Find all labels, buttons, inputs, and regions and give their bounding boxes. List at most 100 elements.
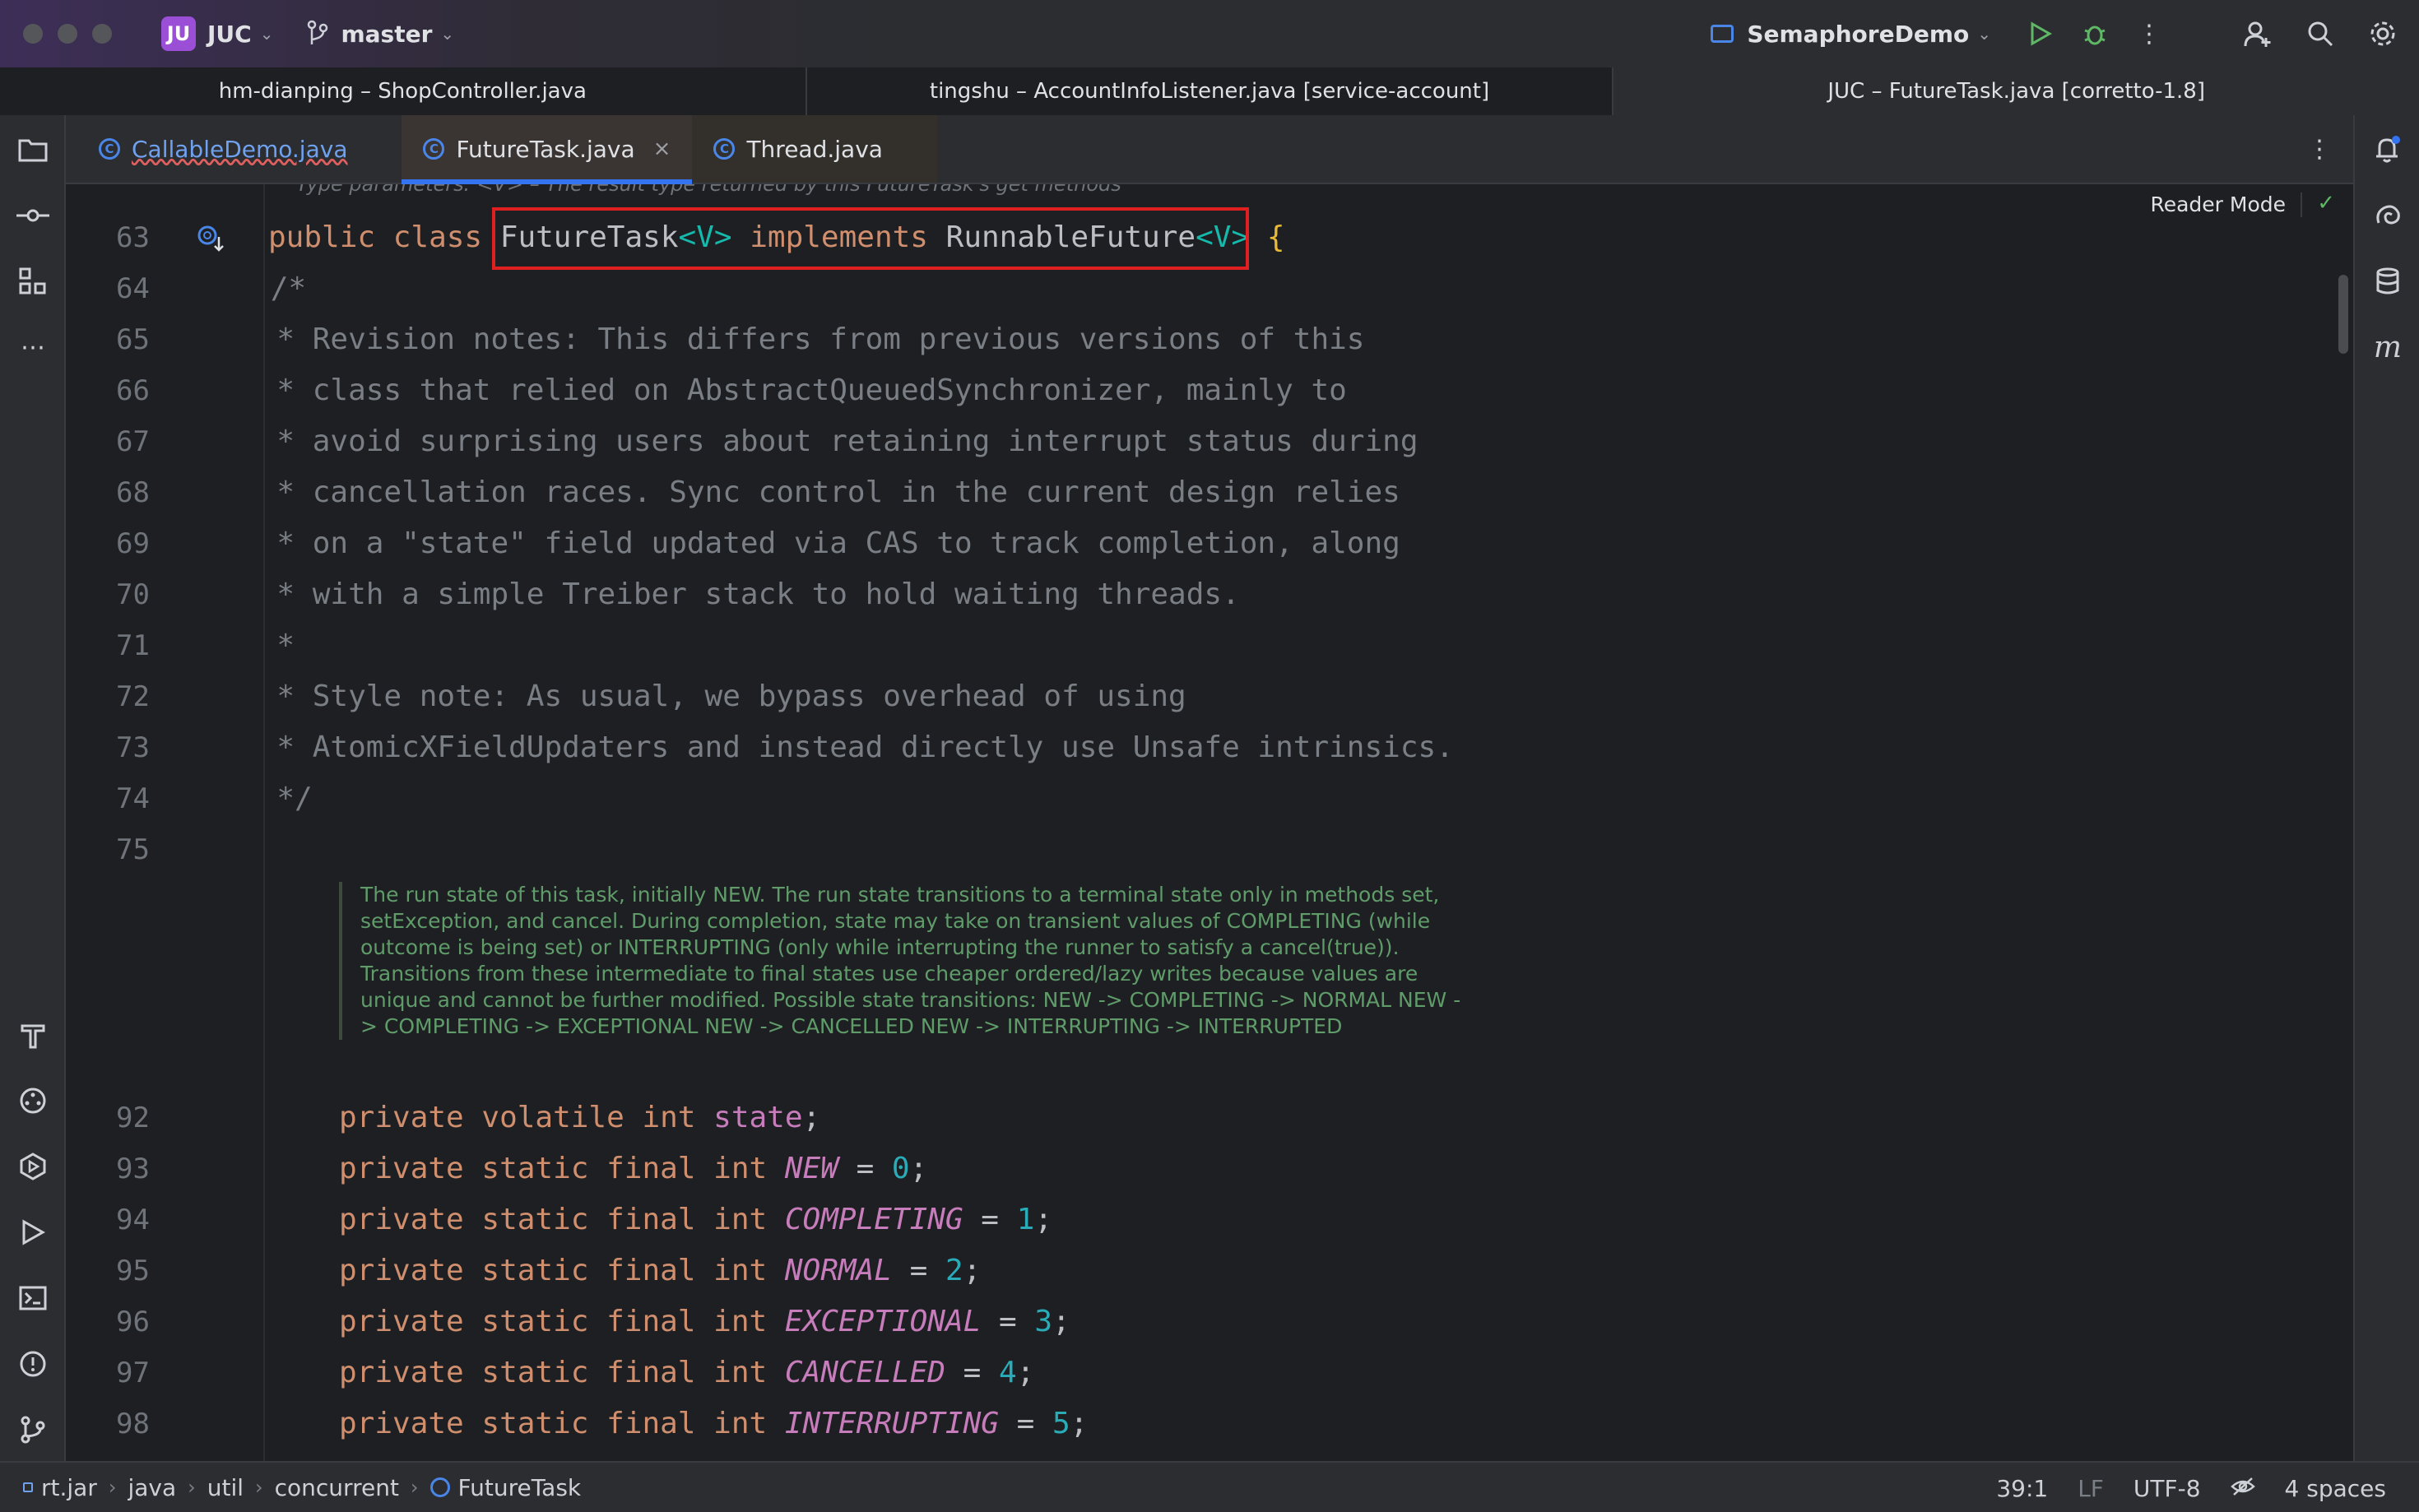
maximize-window-button[interactable] xyxy=(92,24,112,44)
readonly-eye-icon[interactable] xyxy=(2230,1475,2255,1502)
line-number: 72 xyxy=(116,680,150,713)
jar-icon xyxy=(23,1482,33,1492)
code-text: * Style note: As usual, we bypass overhe… xyxy=(188,679,1186,713)
close-window-button[interactable] xyxy=(23,24,43,44)
line-number: 71 xyxy=(116,629,150,662)
run-configuration-selector[interactable]: SemaphoreDemo xyxy=(1747,21,1969,48)
chevron-down-icon[interactable]: ⌄ xyxy=(1977,24,1991,44)
project-tab-hm-dianping[interactable]: hm-dianping – ShopController.java xyxy=(0,67,807,115)
line-number: 68 xyxy=(116,476,150,509)
build-icon[interactable] xyxy=(16,1018,49,1051)
code-text: private static final int NORMAL = 2; xyxy=(339,1254,982,1287)
tab-thread[interactable]: C Thread.java xyxy=(692,115,937,183)
line-number: 74 xyxy=(116,782,150,815)
line-number: 95 xyxy=(116,1255,150,1287)
scrollbar-thumb[interactable] xyxy=(2338,275,2348,354)
services-icon[interactable] xyxy=(16,1084,49,1117)
add-user-icon[interactable] xyxy=(2243,19,2273,49)
line-number: 93 xyxy=(116,1153,150,1185)
structure-icon[interactable] xyxy=(16,265,49,298)
line-number: 94 xyxy=(116,1204,150,1236)
folder-icon[interactable] xyxy=(16,133,49,166)
code-line: 70 * with a simple Treiber stack to hold… xyxy=(66,569,2287,620)
tab-label: CallableDemo.java xyxy=(132,135,348,163)
breadcrumb-item[interactable]: java xyxy=(128,1474,176,1501)
terminal-icon[interactable] xyxy=(16,1282,49,1315)
more-tools-icon[interactable]: ⋯ xyxy=(16,331,49,364)
code-text: * avoid surprising users about retaining… xyxy=(188,424,1418,458)
problems-icon[interactable] xyxy=(16,1347,49,1380)
code-text: * xyxy=(188,628,295,662)
search-icon[interactable] xyxy=(2305,19,2335,49)
file-encoding[interactable]: UTF-8 xyxy=(2133,1475,2201,1502)
line-number: 75 xyxy=(116,833,150,866)
project-window-tabs: hm-dianping – ShopController.java tingsh… xyxy=(0,67,2419,115)
breadcrumb-item[interactable]: FutureTask xyxy=(458,1474,582,1501)
breadcrumb-item[interactable]: rt.jar xyxy=(41,1474,97,1501)
rendered-doc-partial: Type parameters: <V> – The result type r… xyxy=(296,184,1121,196)
minimize-window-button[interactable] xyxy=(58,24,77,44)
code-line: 92 private volatile int state; xyxy=(66,1092,2287,1143)
line-number: 97 xyxy=(116,1357,150,1389)
project-badge[interactable]: JU xyxy=(161,16,196,51)
code-line: 93 private static final int NEW = 0; xyxy=(66,1143,2287,1194)
notifications-icon[interactable] xyxy=(2371,133,2404,166)
line-number: 63 xyxy=(116,221,150,254)
project-tab-juc[interactable]: JUC – FutureTask.java [corretto-1.8] xyxy=(1613,67,2419,115)
tab-label: FutureTask.java xyxy=(456,135,635,163)
ai-assistant-icon[interactable] xyxy=(2371,199,2404,232)
line-number: 64 xyxy=(116,272,150,305)
code-line: 75 xyxy=(66,824,2287,875)
implements-icon[interactable] xyxy=(196,224,224,252)
run-services-icon[interactable] xyxy=(16,1150,49,1183)
code-line: 63 public class FutureTask<V> implements… xyxy=(66,207,2287,270)
code-line: 69 * on a "state" field updated via CAS … xyxy=(66,518,2287,569)
maven-icon[interactable]: m xyxy=(2371,331,2404,364)
left-tool-strip: ⋯ xyxy=(0,115,66,1461)
project-name[interactable]: JUC xyxy=(207,21,252,48)
commit-icon[interactable] xyxy=(16,199,49,232)
close-icon[interactable]: × xyxy=(653,137,671,161)
settings-icon[interactable] xyxy=(2368,19,2398,49)
code-text: * AtomicXFieldUpdaters and instead direc… xyxy=(188,730,1454,764)
git-icon[interactable] xyxy=(16,1413,49,1446)
breadcrumb-item[interactable]: util xyxy=(207,1474,244,1501)
code-line: 97 private static final int CANCELLED = … xyxy=(66,1347,2287,1398)
breadcrumb-item[interactable]: concurrent xyxy=(275,1474,399,1501)
tab-futuretask[interactable]: C FutureTask.java × xyxy=(402,115,693,184)
caret-position[interactable]: 39:1 xyxy=(1996,1475,2048,1502)
code-line: 98 private static final int INTERRUPTING… xyxy=(66,1398,2287,1449)
code-text: * on a "state" field updated via CAS to … xyxy=(188,526,1400,560)
branch-icon xyxy=(308,20,328,44)
indent-setting[interactable]: 4 spaces xyxy=(2285,1475,2386,1502)
code-line: 74 */ xyxy=(66,773,2287,824)
run-config-icon xyxy=(1711,25,1734,43)
code-editor[interactable]: Type parameters: <V> – The result type r… xyxy=(66,184,2353,1461)
project-tab-tingshu[interactable]: tingshu – AccountInfoListener.java [serv… xyxy=(807,67,1614,115)
window-controls xyxy=(23,24,112,44)
code-text: * Revision notes: This differs from prev… xyxy=(188,322,1365,356)
code-line: 71 * xyxy=(66,620,2287,671)
line-separator[interactable]: LF xyxy=(2078,1475,2104,1502)
line-number: 73 xyxy=(116,731,150,764)
code-text: private static final int COMPLETING = 1; xyxy=(339,1203,1053,1236)
run-tool-icon[interactable] xyxy=(16,1216,49,1249)
code-line: 67 * avoid surprising users about retain… xyxy=(66,416,2287,467)
debug-icon[interactable] xyxy=(2080,19,2110,49)
code-text: private static final int EXCEPTIONAL = 3… xyxy=(339,1305,1070,1338)
rendered-doc-comment: The run state of this task, initially NE… xyxy=(339,882,1474,1040)
tab-callabledemo[interactable]: C CallableDemo.java xyxy=(77,115,369,183)
class-icon: C xyxy=(423,138,445,160)
code-text: /* xyxy=(199,271,307,305)
chevron-down-icon[interactable]: ⌄ xyxy=(440,24,454,44)
editor-tabs: C CallableDemo.java C FutureTask.java × … xyxy=(66,115,2353,184)
branch-name[interactable]: master xyxy=(341,21,432,48)
check-icon[interactable]: ✓ xyxy=(2317,191,2335,216)
line-number: 66 xyxy=(116,374,150,407)
highlight-box xyxy=(492,207,1249,270)
more-icon[interactable]: ⋮ xyxy=(2307,135,2332,164)
more-icon[interactable]: ⋮ xyxy=(2134,19,2164,49)
run-icon[interactable] xyxy=(2026,19,2055,49)
chevron-down-icon[interactable]: ⌄ xyxy=(260,24,274,44)
database-icon[interactable] xyxy=(2371,265,2404,298)
